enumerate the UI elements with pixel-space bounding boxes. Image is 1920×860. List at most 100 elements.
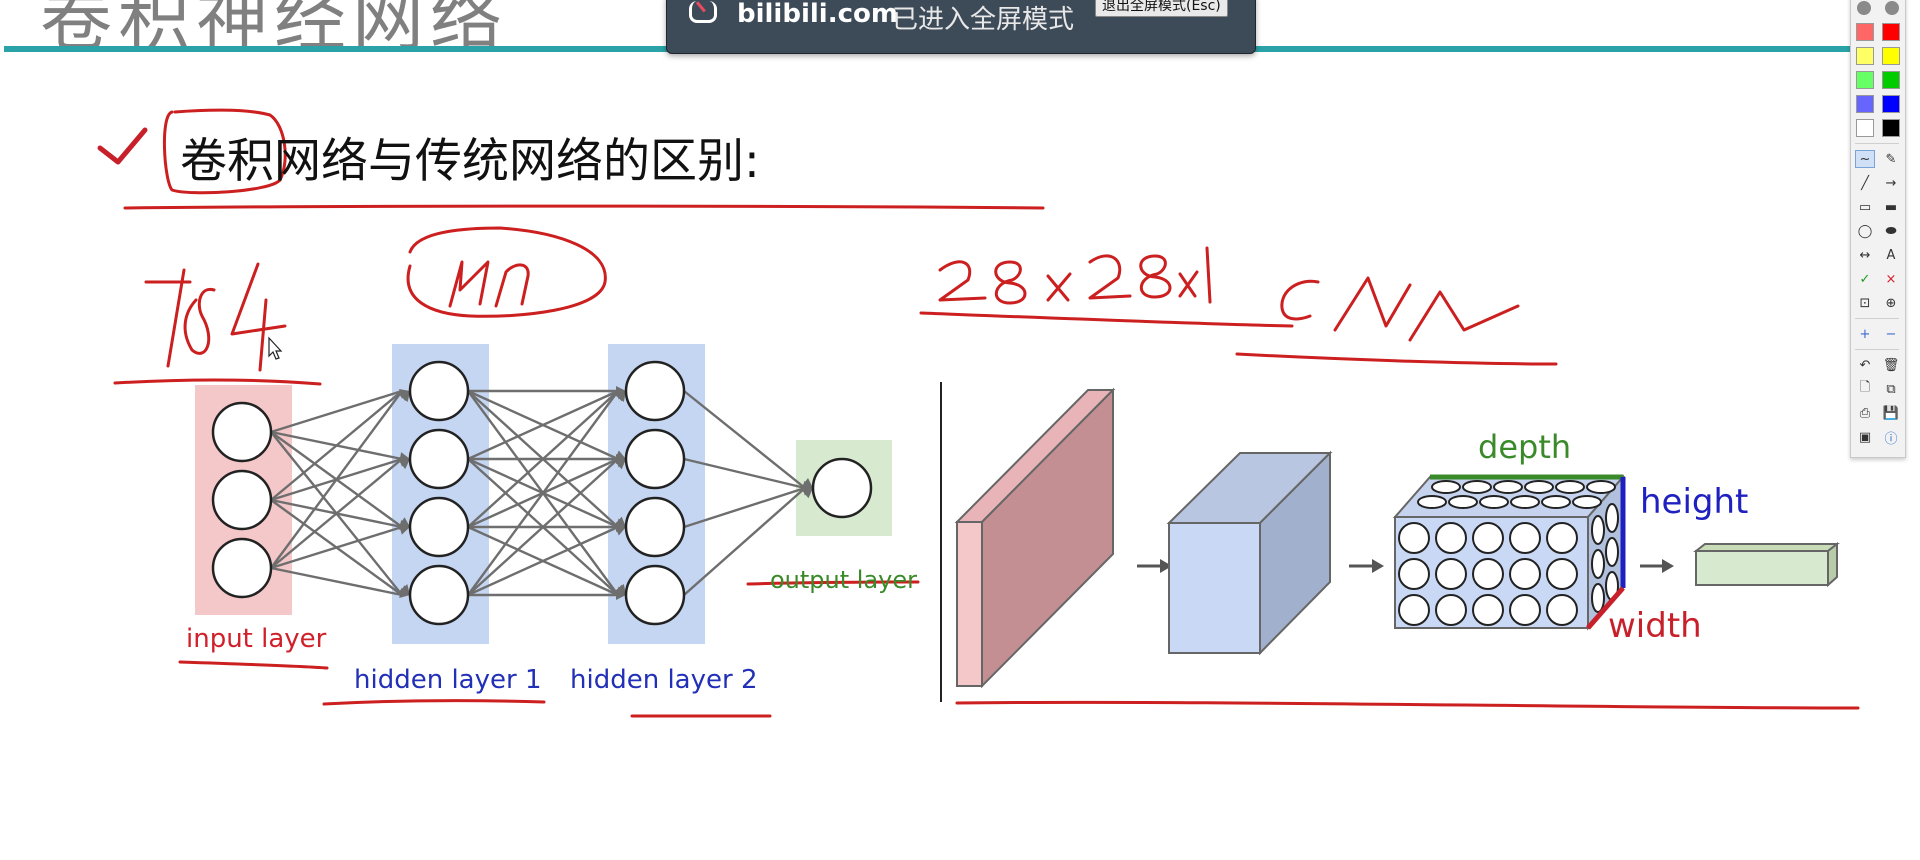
color-swatch-fill: [1882, 119, 1900, 137]
arrow-icon[interactable]: →: [1881, 174, 1901, 192]
color-swatch-fill: [1882, 71, 1900, 89]
color-swatch[interactable]: [1855, 95, 1875, 113]
freehand-icon[interactable]: ~: [1855, 150, 1875, 168]
color-swatch-fill: [1856, 71, 1874, 89]
cnn-neuron: [1472, 594, 1504, 626]
width-label: width: [1608, 606, 1702, 646]
nn-neuron: [211, 537, 273, 599]
color-swatch[interactable]: [1855, 71, 1875, 89]
cnn-neuron: [1572, 495, 1602, 509]
save-icon[interactable]: 💾: [1881, 404, 1901, 422]
trash-icon[interactable]: 🗑: [1881, 356, 1901, 374]
cnn-neuron: [1398, 558, 1430, 590]
rect-icon[interactable]: ▭: [1855, 198, 1875, 216]
output-layer-label: output layer: [770, 566, 917, 594]
nn-neuron: [408, 564, 470, 626]
cnn-neuron: [1398, 522, 1430, 554]
fullscreen-notification: bilibili.com 已进入全屏模式 退出全屏模式(Esc): [666, 0, 1256, 54]
double-arrow-icon[interactable]: ↔: [1855, 246, 1875, 264]
plus-icon[interactable]: +: [1855, 325, 1875, 343]
print-icon[interactable]: ⎙: [1855, 404, 1875, 422]
height-label: height: [1640, 482, 1749, 522]
cnn-neuron: [1524, 480, 1554, 494]
cnn-neuron: [1605, 503, 1619, 533]
cnn-neuron: [1555, 480, 1585, 494]
nn-neuron: [624, 496, 686, 558]
minus-icon[interactable]: −: [1881, 325, 1901, 343]
check-icon[interactable]: ✓: [1855, 270, 1875, 288]
output-volume: [1693, 543, 1840, 552]
color-swatch[interactable]: [1881, 71, 1901, 89]
toolbar-separator: [1855, 143, 1899, 144]
notification-site: bilibili.com: [737, 0, 898, 29]
color-swatch-fill: [1882, 23, 1900, 41]
color-swatch[interactable]: [1855, 23, 1875, 41]
nn-connections: [270, 386, 813, 600]
filled-ellipse-icon[interactable]: ⬬: [1881, 222, 1901, 240]
copy-icon[interactable]: ⧉: [1881, 380, 1901, 398]
color-swatch-fill: [1882, 47, 1900, 65]
cnn-neuron: [1510, 495, 1540, 509]
cnn-neuron: [1431, 480, 1461, 494]
color-swatch[interactable]: [1855, 47, 1875, 65]
nn-neuron: [408, 360, 470, 422]
toolbar-separator: [1855, 318, 1899, 319]
line-icon[interactable]: ╱: [1855, 174, 1875, 192]
cnn-neuron: [1509, 522, 1541, 554]
cnn-neuron: [1509, 594, 1541, 626]
annotation-toolbar: ~ ✎ ╱ → ▭ ▬ ◯ ⬬ ↔ A ✓ × ⊡ ⊕ + − ↶ 🗑 🗋 ⧉ ⎙ 💾 ▣ ⓘ: [1850, 0, 1906, 458]
undo-icon[interactable]: ↶: [1855, 356, 1875, 374]
color-swatch[interactable]: [1881, 119, 1901, 137]
cnn-neuron: [1472, 522, 1504, 554]
screen-icon[interactable]: ▣: [1855, 428, 1875, 446]
text-icon[interactable]: A: [1881, 246, 1901, 264]
mouse-cursor-icon: [268, 336, 283, 360]
cnn-neuron: [1591, 549, 1605, 579]
cnn-neuron: [1472, 558, 1504, 590]
highlighter-icon[interactable]: ✎: [1881, 150, 1901, 168]
cnn-neuron: [1591, 583, 1605, 613]
cnn-neuron: [1605, 537, 1619, 567]
color-swatch[interactable]: [1881, 23, 1901, 41]
cnn-neuron: [1435, 594, 1467, 626]
cnn-neuron: [1448, 495, 1478, 509]
checkmark-bullet-icon: [97, 127, 148, 165]
toolbar-separator: [1855, 349, 1899, 350]
comparison-heading: 卷积网络与传统网络的区别:: [180, 134, 760, 189]
nn-neuron: [811, 457, 873, 519]
cnn-neuron: [1509, 558, 1541, 590]
cross-icon[interactable]: ×: [1881, 270, 1901, 288]
cnn-neuron: [1462, 480, 1492, 494]
color-swatch-fill: [1856, 119, 1874, 137]
filled-rect-icon[interactable]: ▬: [1881, 198, 1901, 216]
color-swatch[interactable]: [1855, 119, 1875, 137]
cnn-neuron: [1398, 594, 1430, 626]
toolbar-dot-icon[interactable]: [1857, 1, 1871, 15]
cnn-neuron: [1417, 495, 1447, 509]
color-swatch-fill: [1856, 95, 1874, 113]
new-page-icon[interactable]: 🗋: [1855, 380, 1875, 398]
color-swatch[interactable]: [1881, 47, 1901, 65]
cnn-neuron: [1493, 480, 1523, 494]
crop-icon[interactable]: ⊡: [1855, 294, 1875, 312]
cnn-neuron: [1541, 495, 1571, 509]
color-swatch-fill: [1882, 95, 1900, 113]
zoom-icon[interactable]: ⊕: [1881, 294, 1901, 312]
cnn-neuron: [1546, 558, 1578, 590]
toolbar-header: [1857, 1, 1899, 15]
nn-neuron: [211, 469, 273, 531]
exit-fullscreen-button[interactable]: 退出全屏模式(Esc): [1095, 0, 1228, 17]
slide-canvas: 卷积神经网络 卷积网络与传统网络的区别: input layer hidden …: [0, 0, 1920, 860]
ellipse-icon[interactable]: ◯: [1855, 222, 1875, 240]
cnn-neuron: [1586, 480, 1616, 494]
info-icon[interactable]: ⓘ: [1881, 428, 1901, 447]
cnn-neuron: [1591, 515, 1605, 545]
nn-neuron: [624, 564, 686, 626]
color-swatch[interactable]: [1881, 95, 1901, 113]
toolbar-tools: ~ ✎ ╱ → ▭ ▬ ◯ ⬬ ↔ A ✓ × ⊡ ⊕ + − ↶ 🗑 🗋 ⧉ ⎙ 💾 ▣ ⓘ: [1855, 23, 1903, 447]
toolbar-close-icon[interactable]: [1885, 1, 1899, 15]
color-swatch-fill: [1856, 47, 1874, 65]
cnn-neuron: [1435, 522, 1467, 554]
notification-message: 已进入全屏模式: [892, 5, 1075, 35]
depth-label: depth: [1478, 428, 1572, 466]
